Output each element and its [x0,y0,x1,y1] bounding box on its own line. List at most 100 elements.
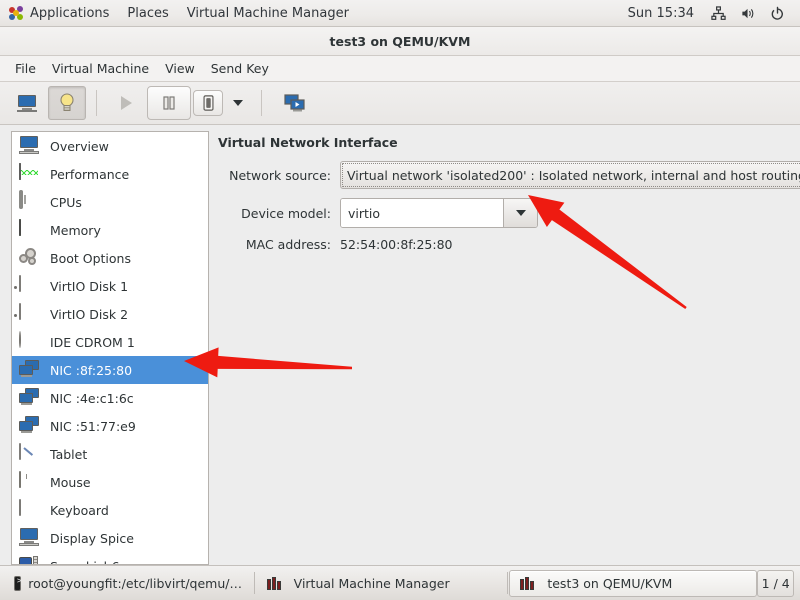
taskbar-item-vmm[interactable]: Virtual Machine Manager [257,570,505,597]
device-model-dropdown-arrow[interactable] [503,199,537,227]
device-model-value: virtio [341,199,503,227]
network-icon[interactable] [704,0,733,26]
cdrom-icon [19,331,21,348]
volume-icon[interactable] [733,0,763,26]
menu-virtual-machine[interactable]: Virtual Machine [44,59,157,78]
window-title: test3 on QEMU/KVM [329,33,471,49]
menu-send-key[interactable]: Send Key [203,59,277,78]
memory-icon [19,219,21,236]
hardware-list-item-label: Performance [50,166,130,182]
show-details-button[interactable] [48,86,86,120]
chevron-down-icon [233,100,243,106]
power-icon[interactable] [763,0,792,26]
window-body: Overview Performance CPUs Memory Boot Option… [0,125,800,565]
applications-menu-label: Applications [30,5,110,21]
section-title: Virtual Network Interface [218,135,398,150]
hardware-list-item[interactable]: CPUs [12,188,208,216]
hardware-list-item[interactable]: Performance [12,160,208,188]
device-model-row: Device model: virtio [218,198,800,228]
hardware-list-item-label: Display Spice [50,530,134,546]
hardware-list-item-label: VirtIO Disk 1 [50,278,129,294]
mac-address-label: MAC address: [245,237,331,252]
hardware-list-item-label: Keyboard [50,502,109,518]
tablet-icon [19,443,21,460]
performance-icon [19,163,21,180]
hardware-list-item[interactable]: NIC :8f:25:80 [12,356,208,384]
screen: Applications Places Virtual Machine Mana… [0,0,800,600]
network-source-row: Network source: Virtual network 'isolate… [218,161,800,189]
shutdown-menu-button[interactable] [225,86,251,120]
hardware-list-item[interactable]: VirtIO Disk 2 [12,300,208,328]
vm-details-window: test3 on QEMU/KVM File Virtual Machine V… [0,27,800,565]
mac-address-value: 52:54:00:8f:25:80 [340,237,453,252]
hardware-list-item[interactable]: NIC :51:77:e9 [12,412,208,440]
hardware-list-item-label: Boot Options [50,250,131,266]
hardware-list-item[interactable]: Sound ich6 [12,552,208,564]
hardware-list-item[interactable]: Memory [12,216,208,244]
hardware-list-item[interactable]: Display Spice [12,524,208,552]
device-model-label: Device model: [241,205,331,221]
hardware-list-item-label: Mouse [50,474,91,490]
places-menu[interactable]: Places [118,0,177,26]
mac-address-row: MAC address: 52:54:00:8f:25:80 [218,237,800,252]
show-console-button[interactable] [8,86,46,120]
keyboard-icon [19,499,21,516]
hardware-sidebar-container: Overview Performance CPUs Memory Boot Option… [0,125,209,565]
pause-button[interactable] [147,86,191,120]
hardware-list-item[interactable]: Boot Options [12,244,208,272]
network-source-label: Network source: [229,167,331,183]
hardware-list-item[interactable]: Tablet [12,440,208,468]
taskbar-item-label: root@youngfit:/etc/libvirt/qemu/… [28,575,242,591]
mouse-icon [19,471,21,488]
hardware-list-item-label: Tablet [50,446,88,462]
hardware-list-item[interactable]: NIC :4e:c1:6c [12,384,208,412]
hardware-list-item-label: IDE CDROM 1 [50,334,135,350]
taskbar-item-terminal[interactable]: root@youngfit:/etc/libvirt/qemu/… [4,570,252,597]
applications-menu[interactable]: Applications [0,0,118,26]
hardware-list[interactable]: Overview Performance CPUs Memory Boot Option… [11,131,209,565]
network-source-combo[interactable]: Virtual network 'isolated200' : Isolated… [340,161,800,189]
snapshots-button[interactable] [276,86,314,120]
hardware-list-item-label: Overview [50,138,109,154]
disk-icon [19,275,21,292]
disk-icon [19,303,21,320]
taskbar-item-test3[interactable]: test3 on QEMU/KVM [509,569,758,597]
device-model-combo[interactable]: virtio [340,198,538,228]
menubar: File Virtual Machine View Send Key [0,56,800,82]
hardware-list-item-label: NIC :4e:c1:6c [50,390,134,406]
taskbar-item-label: Virtual Machine Manager [293,575,450,591]
hardware-list-item-label: NIC :8f:25:80 [50,362,133,378]
chevron-down-icon [515,210,526,216]
toolbar [0,82,800,125]
applications-logo-icon [9,5,24,21]
toolbar-separator-2 [261,90,262,116]
terminal-icon [14,575,27,591]
hardware-list-item[interactable]: Keyboard [12,496,208,524]
vmm-icon [266,576,287,590]
vmm-icon [520,576,540,590]
toolbar-separator [96,90,97,116]
monitor-icon [17,94,37,112]
shutdown-button[interactable] [193,90,223,116]
hardware-list-item[interactable]: VirtIO Disk 1 [12,272,208,300]
run-button[interactable] [107,86,145,120]
snapshots-icon [284,93,305,111]
clock[interactable]: Sun 15:34 [618,6,704,21]
network-source-value: Virtual network 'isolated200' : Isolated… [347,167,800,183]
hardware-list-item[interactable]: Mouse [12,468,208,496]
menu-view[interactable]: View [157,59,203,78]
hardware-list-item[interactable]: IDE CDROM 1 [12,328,208,356]
desktop-top-panel: Applications Places Virtual Machine Mana… [0,0,800,27]
hardware-list-item-label: CPUs [50,194,82,210]
details-pane: Virtual Network Interface Network source… [209,125,800,565]
menu-file[interactable]: File [7,59,44,78]
pause-icon [163,96,175,110]
active-application-label[interactable]: Virtual Machine Manager [178,0,358,26]
hardware-list-item[interactable]: Overview [12,132,208,160]
taskbar-separator [254,572,255,594]
taskbar-item-label: test3 on QEMU/KVM [547,575,673,591]
workspace-indicator[interactable]: 1 / 4 [757,569,795,597]
hardware-list-item-label: Memory [50,222,101,238]
window-titlebar: test3 on QEMU/KVM [0,27,800,56]
lightbulb-icon [60,93,74,111]
